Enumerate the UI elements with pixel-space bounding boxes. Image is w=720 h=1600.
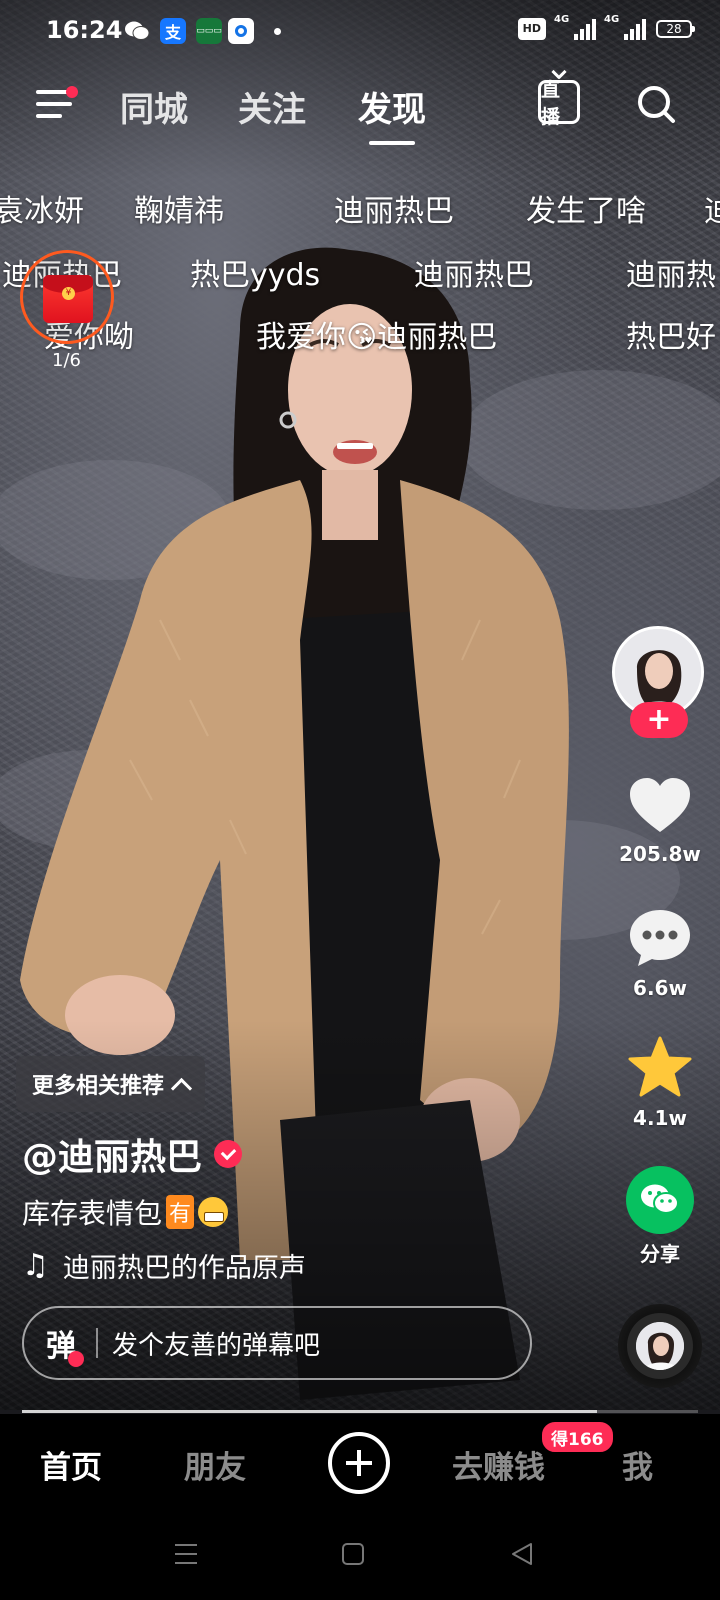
system-navigation-bar [0, 1512, 720, 1600]
danmaku-comment: 热巴yyds [190, 258, 321, 293]
tab-discover[interactable]: 发现 [358, 82, 426, 145]
danmaku-comment: 热巴好 [626, 320, 716, 355]
tab-friends[interactable]: 朋友 [184, 1442, 246, 1487]
menu-badge-dot [66, 86, 78, 98]
chevron-up-icon [170, 1077, 193, 1099]
grimace-emoji-icon [198, 1197, 229, 1227]
red-packet-progress: 1/6 [52, 350, 81, 371]
more-notifications-dot [274, 28, 281, 35]
danmaku-comment: 迪 [704, 194, 720, 229]
danmaku-comment: 袁冰妍 [0, 194, 84, 229]
caption-text: 库存表情包 [22, 1197, 163, 1230]
status-time: 16:24 [46, 16, 123, 44]
danmaku-input-placeholder[interactable]: 发个友善的弹幕吧 [112, 1325, 320, 1362]
red-packet-timer[interactable]: ¥ [20, 250, 114, 344]
danmaku-input-bar[interactable]: 弹 发个友善的弹幕吧 [22, 1306, 532, 1380]
menu-icon[interactable] [36, 86, 78, 122]
battery-icon: 28 [656, 20, 695, 38]
music-note-icon: ♫ [22, 1248, 49, 1283]
share-button[interactable]: 分享 [610, 1166, 710, 1267]
favorite-button[interactable]: 4.1w [610, 1036, 710, 1130]
danmaku-comment: 迪丽热巴 [334, 194, 454, 229]
video-progress-bar[interactable] [22, 1410, 698, 1413]
app-notification-icon-2 [228, 18, 254, 44]
home-square-icon[interactable] [342, 1542, 364, 1566]
wechat-notification-icon [124, 18, 150, 44]
danmaku-on-check-icon [68, 1351, 84, 1367]
video-progress-fill [22, 1410, 597, 1413]
favorite-count: 4.1w [633, 1106, 687, 1130]
danmaku-comment: 我爱你😘迪丽热巴 [256, 320, 498, 355]
heart-icon [630, 778, 690, 832]
tab-earn[interactable]: 去赚钱 [452, 1442, 545, 1487]
author-name: @迪丽热巴 [22, 1137, 203, 1178]
tab-home[interactable]: 首页 [40, 1442, 102, 1487]
danmaku-comment: 发生了啥 [526, 194, 646, 229]
tab-following[interactable]: 关注 [238, 82, 306, 131]
tab-same-city[interactable]: 同城 [120, 82, 188, 131]
star-icon [628, 1036, 692, 1097]
bottom-tab-bar: 首页 朋友 去赚钱 得166 我 [0, 1414, 720, 1512]
emoji-you-badge: 有 [166, 1195, 195, 1229]
danmaku-toggle-button[interactable]: 弹 [46, 1321, 84, 1367]
divider [96, 1328, 98, 1358]
share-label: 分享 [640, 1242, 680, 1266]
danmaku-comment: 迪丽热 [626, 258, 716, 293]
music-cover-avatar [636, 1322, 684, 1370]
comment-bubble-icon [630, 910, 690, 966]
back-triangle-icon[interactable] [510, 1542, 534, 1566]
live-tv-icon[interactable]: 直播 [538, 79, 580, 128]
music-info-link[interactable]: ♫ 迪丽热巴的作品原声 [22, 1246, 306, 1285]
earn-reward-badge: 得166 [540, 1420, 615, 1454]
more-recommendations-label: 更多相关推荐 [32, 1074, 165, 1099]
follow-button[interactable]: + [630, 702, 688, 738]
red-envelope-icon: ¥ [43, 275, 93, 323]
danmaku-comment: 鞠婧祎 [134, 194, 224, 229]
status-bar: 16:24 支 ▭▭▭ HD 4G 4G 28 [0, 0, 720, 64]
app-notification-icon: ▭▭▭ [196, 18, 222, 44]
more-recommendations-button[interactable]: 更多相关推荐 [16, 1056, 206, 1112]
status-indicators: HD 4G 4G 28 [517, 14, 695, 40]
signal-icon: 4G [554, 14, 596, 40]
signal-icon-2: 4G [604, 14, 646, 40]
recent-apps-icon[interactable] [174, 1542, 198, 1566]
music-disc[interactable] [618, 1304, 702, 1388]
tab-me[interactable]: 我 [622, 1442, 653, 1487]
like-count: 205.8w [619, 842, 701, 866]
verified-badge-icon [214, 1140, 243, 1168]
active-tab-indicator [369, 141, 415, 145]
author-name-link[interactable]: @迪丽热巴 [22, 1128, 243, 1180]
danmaku-comment: 迪丽热巴 [414, 258, 534, 293]
comment-button[interactable]: 6.6w [610, 908, 710, 1000]
like-button[interactable]: 205.8w [610, 776, 710, 866]
create-plus-button[interactable] [328, 1432, 390, 1494]
top-nav: 同城 关注 发现 直播 [0, 70, 720, 146]
video-caption: 库存表情包 有 [22, 1192, 229, 1232]
wechat-share-icon [626, 1166, 694, 1234]
tab-discover-label: 发现 [358, 90, 426, 130]
search-icon[interactable] [636, 84, 676, 124]
hd-voice-icon: HD [517, 18, 546, 40]
alipay-notification-icon: 支 [160, 18, 186, 44]
comment-count: 6.6w [633, 976, 687, 1000]
music-title: 迪丽热巴的作品原声 [62, 1253, 306, 1284]
